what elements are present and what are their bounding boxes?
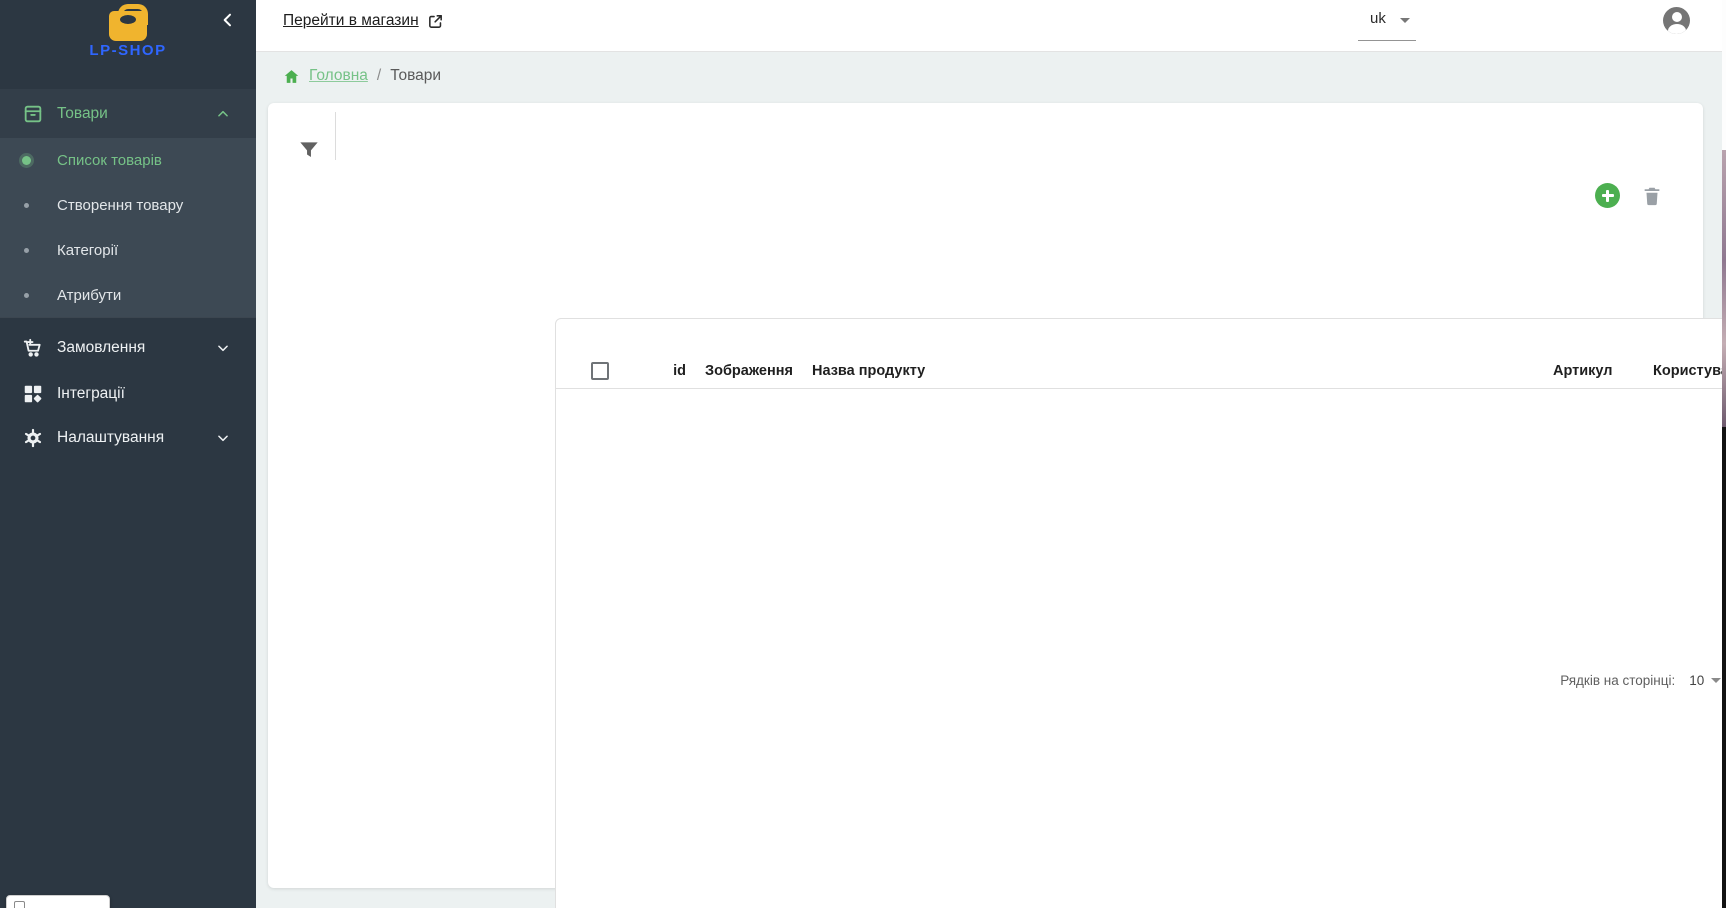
filter-divider [335, 112, 336, 160]
integrations-grid-icon [22, 383, 44, 405]
language-value: uk [1358, 10, 1386, 27]
chevron-up-icon [216, 107, 230, 121]
logo-text: LP-SHOP [0, 42, 256, 59]
shop-bag-logo-icon [109, 11, 147, 41]
products-table-card: ЕКСПОРТ id Зображення Назва продукту Арт… [555, 318, 1726, 908]
sidebar-group-label: Замовлення [57, 339, 145, 357]
language-select[interactable]: uk [1358, 10, 1416, 28]
rows-per-page-select[interactable]: 10 [1689, 673, 1721, 688]
sidebar-collapse-button[interactable] [214, 6, 242, 34]
sidebar-group-orders[interactable]: Замовлення [0, 323, 256, 373]
caret-down-icon [1400, 18, 1410, 23]
column-header-id[interactable]: id [556, 363, 686, 379]
breadcrumb-separator: / [377, 67, 381, 85]
products-box-icon [22, 103, 44, 125]
gear-icon [22, 427, 44, 449]
filter-funnel-icon[interactable] [296, 137, 322, 163]
breadcrumb: Головна / Товари [283, 67, 441, 85]
bullet-icon [24, 293, 29, 298]
chevron-down-icon [216, 341, 230, 355]
pagination: Рядків на сторінці: 10 1–10 з 10 [556, 389, 1726, 908]
rows-per-page-label: Рядків на сторінці: [1560, 673, 1675, 688]
sidebar-group-settings[interactable]: Налаштування [0, 415, 256, 461]
sidebar-item-categories[interactable]: Категорії [0, 228, 256, 273]
products-panel: ЕКСПОРТ id Зображення Назва продукту Арт… [268, 103, 1703, 888]
column-header-category[interactable]: Користува... [1653, 363, 1726, 379]
go-to-shop-label: Перейти в магазин [283, 12, 419, 30]
sidebar-item-label: Атрибути [57, 287, 121, 304]
delete-trash-icon[interactable] [1641, 184, 1663, 208]
sidebar: LP-SHOP Товари Список товарів Створення … [0, 0, 256, 908]
sidebar-item-create-product[interactable]: Створення товару [0, 183, 256, 228]
column-header-sku[interactable]: Артикул [1553, 363, 1613, 379]
caret-down-icon [1711, 678, 1721, 683]
breadcrumb-home-link[interactable]: Головна [309, 67, 368, 85]
sidebar-item-attributes[interactable]: Атрибути [0, 273, 256, 318]
rows-per-page-value: 10 [1689, 673, 1704, 688]
sidebar-group-label: Товари [57, 105, 108, 123]
topbar: Перейти в магазин uk [256, 0, 1726, 52]
sidebar-item-label: Список товарів [57, 152, 162, 169]
account-avatar-icon[interactable] [1663, 7, 1690, 34]
sidebar-item-label: Категорії [57, 242, 118, 259]
sidebar-item-label: Створення товару [57, 197, 183, 214]
bullet-icon [22, 156, 31, 165]
chevron-left-icon [220, 12, 236, 28]
go-to-shop-link[interactable]: Перейти в магазин [283, 12, 444, 30]
sidebar-submenu-products: Список товарів Створення товару Категорі… [0, 138, 256, 317]
column-header-name[interactable]: Назва продукту [812, 363, 925, 379]
sidebar-group-label: Налаштування [57, 429, 164, 447]
select-underline [1358, 40, 1416, 41]
external-link-icon [427, 13, 444, 30]
add-product-button[interactable] [1595, 183, 1620, 208]
table-header-row: id Зображення Назва продукту Артикул Кор… [556, 354, 1726, 389]
column-header-image[interactable]: Зображення [705, 363, 793, 379]
translate-icon [14, 901, 25, 908]
sidebar-group-integrations[interactable]: Інтеграції [0, 371, 256, 417]
table-toolbar: ЕКСПОРТ [556, 319, 1726, 354]
breadcrumb-current: Товари [390, 67, 441, 85]
cart-plus-icon [22, 337, 44, 359]
translate-tooltip [6, 895, 110, 908]
sidebar-group-products[interactable]: Товари [0, 89, 256, 138]
sidebar-item-product-list[interactable]: Список товарів [0, 138, 256, 183]
sidebar-divider [0, 317, 256, 318]
bullet-icon [24, 203, 29, 208]
sidebar-group-label: Інтеграції [57, 385, 125, 403]
chevron-down-icon [216, 431, 230, 445]
home-icon[interactable] [283, 68, 300, 85]
bullet-icon [24, 248, 29, 253]
screen-edge-artifact [1722, 0, 1726, 908]
